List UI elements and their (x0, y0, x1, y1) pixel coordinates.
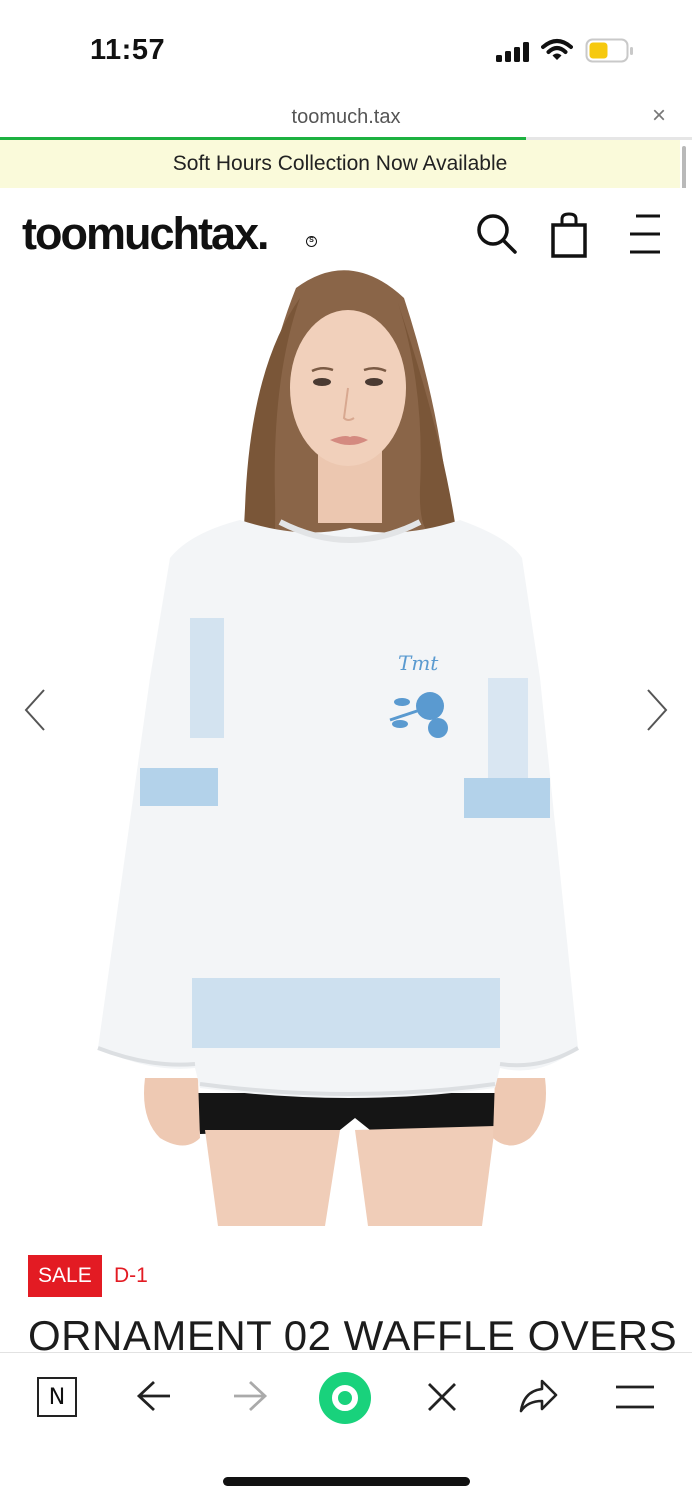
status-time: 11:57 (90, 34, 166, 66)
logo-registered-mark: S (306, 236, 317, 247)
close-icon[interactable]: × (652, 104, 666, 128)
model-photo: Tmt (97, 270, 580, 1226)
close-icon[interactable] (426, 1381, 458, 1413)
wifi-icon (541, 39, 573, 60)
green-dot-icon[interactable] (318, 1371, 372, 1425)
naver-icon[interactable]: N (37, 1377, 77, 1417)
browser-url-bar[interactable]: toomuch.tax × (0, 100, 692, 138)
chevron-left-icon[interactable] (22, 688, 48, 732)
url-text[interactable]: toomuch.tax (0, 106, 692, 129)
site-logo[interactable]: toomuchtax. (22, 208, 270, 260)
battery-icon (585, 38, 633, 63)
product-info: SALE D-1 ORNAMENT 02 WAFFLE OVERS (0, 1226, 692, 1359)
chevron-right-icon[interactable] (644, 688, 670, 732)
sale-badge: SALE (28, 1255, 102, 1297)
sale-countdown: D-1 (114, 1264, 148, 1287)
sweater-embroidery-text: Tmt (398, 651, 439, 675)
menu-icon[interactable] (627, 212, 663, 256)
product-image-carousel[interactable]: Tmt (0, 258, 692, 1226)
naver-label: N (48, 1384, 66, 1410)
share-icon[interactable] (518, 1377, 560, 1415)
home-indicator[interactable] (223, 1477, 470, 1486)
status-bar: 11:57 (0, 0, 692, 100)
browser-menu-icon[interactable] (614, 1383, 656, 1411)
announcement-banner[interactable]: Soft Hours Collection Now Available (0, 140, 680, 188)
shopping-bag-icon[interactable] (551, 212, 587, 258)
cellular-signal-icon (496, 42, 529, 62)
search-icon[interactable] (476, 212, 518, 256)
back-icon[interactable] (136, 1379, 172, 1413)
forward-icon[interactable] (232, 1379, 268, 1413)
